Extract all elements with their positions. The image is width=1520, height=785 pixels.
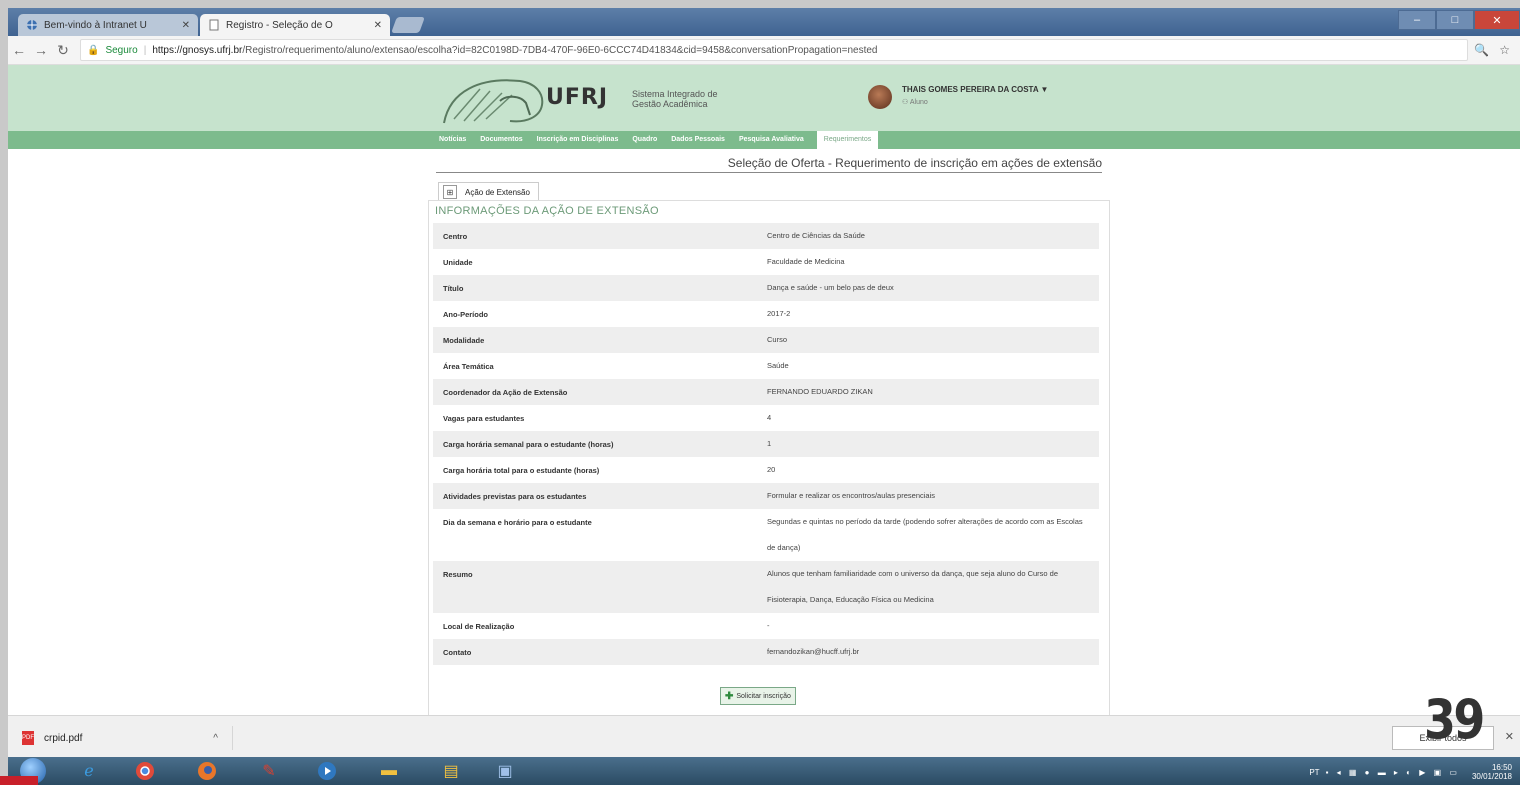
lock-icon: 🔒: [87, 44, 100, 56]
row-label: Ano-Período: [443, 310, 488, 319]
windows-taskbar: ℯ ✎ ▬ ▤ ▣ PT ▪ ◂ ▦ ● ▬ ▸ ◐ ▶ ▣ ▭ 16:50 3…: [8, 757, 1520, 785]
system-tray: PT ▪ ◂ ▦ ● ▬ ▸ ◐ ▶ ▣ ▭ 16:50 30/01/2018: [1309, 763, 1512, 781]
info-panel: INFORMAÇÕES DA AÇÃO DE EXTENSÃO Centro Ce…: [428, 200, 1110, 721]
row-label: Carga horária total para o estudante (ho…: [443, 466, 600, 475]
page-title: Seleção de Oferta - Requerimento de insc…: [436, 156, 1102, 173]
reload-icon[interactable]: ↻: [52, 42, 74, 59]
info-table: Centro Centro de Ciências da Saúde Unidad…: [433, 223, 1099, 665]
row-label: Centro: [443, 232, 468, 241]
row-label: Área Temática: [443, 362, 494, 371]
back-arrow-icon[interactable]: ←: [8, 42, 30, 58]
explorer-icon[interactable]: ▤: [436, 759, 466, 783]
table-row: Contato fernandozikan@hucff.ufrj.br: [433, 639, 1099, 665]
browser-tab-strip: Bem-vindo à Intranet U ✕ Registro - Sele…: [8, 8, 1520, 36]
row-label: Modalidade: [443, 336, 485, 345]
menu-item-quadro[interactable]: Quadro: [625, 131, 664, 149]
secure-label: Seguro: [105, 44, 138, 56]
screenshot-frame: Bem-vindo à Intranet U ✕ Registro - Sele…: [8, 8, 1520, 785]
row-label: Local de Realização: [443, 622, 515, 631]
paint-icon[interactable]: ✎: [254, 759, 284, 783]
logo-subtitle: Sistema Integrado de Gestão Acadêmica: [632, 89, 718, 109]
media-player-icon[interactable]: [312, 759, 342, 783]
minimize-button[interactable]: –: [1398, 10, 1436, 30]
forward-arrow-icon[interactable]: →: [30, 42, 52, 58]
tab-label: Bem-vindo à Intranet U: [44, 19, 147, 31]
firefox-icon[interactable]: [192, 759, 222, 783]
row-label: Unidade: [443, 258, 473, 267]
menu-item-noticias[interactable]: Notícias: [432, 131, 473, 149]
user-menu[interactable]: THAIS GOMES PEREIRA DA COSTA ▼ ⚇ Aluno: [868, 85, 1048, 109]
maximize-button[interactable]: □: [1436, 10, 1474, 30]
button-label: Solicitar inscrição: [736, 692, 791, 700]
clock[interactable]: 16:50 30/01/2018: [1472, 763, 1512, 781]
menu-item-dados-pessoais[interactable]: Dados Pessoais: [664, 131, 732, 149]
section-title: INFORMAÇÕES DA AÇÃO DE EXTENSÃO: [435, 205, 659, 217]
row-label: Atividades previstas para os estudantes: [443, 492, 587, 501]
solicitar-inscricao-button[interactable]: ✚ Solicitar inscrição: [720, 687, 796, 705]
ufrj-logo: UFRJ Sistema Integrado de Gestão Acadêmi…: [440, 71, 740, 127]
star-icon[interactable]: ☆: [1499, 43, 1520, 57]
user-role: ⚇ Aluno: [902, 99, 928, 106]
download-bar: PDF crpid.pdf ^ Exibir todos ✕: [8, 715, 1520, 758]
tab-acao-extensao[interactable]: ⊞ Ação de Extensão: [438, 182, 539, 201]
url-field[interactable]: 🔒 Seguro | https://gnosys.ufrj.br /Regis…: [80, 39, 1469, 61]
slide-number: 39: [1424, 688, 1485, 751]
page-icon: [208, 19, 220, 31]
address-bar: ← → ↻ 🔒 Seguro | https://gnosys.ufrj.br …: [8, 36, 1520, 65]
close-icon[interactable]: ✕: [182, 20, 190, 31]
menu-item-inscricao[interactable]: Inscrição em Disciplinas: [530, 131, 626, 149]
browser-tab-intranet[interactable]: Bem-vindo à Intranet U ✕: [18, 14, 198, 36]
new-tab-button[interactable]: [391, 17, 425, 33]
row-value: fernandozikan@hucff.ufrj.br: [767, 647, 860, 656]
globe-icon: [26, 19, 38, 31]
internet-explorer-icon[interactable]: ℯ: [74, 759, 104, 783]
panel-tab-label: Ação de Extensão: [465, 187, 530, 197]
caret-down-icon[interactable]: ▼: [1041, 85, 1049, 94]
close-icon[interactable]: ✕: [1505, 730, 1514, 743]
close-window-button[interactable]: ✕: [1474, 10, 1520, 30]
menu-item-documentos[interactable]: Documentos: [473, 131, 529, 149]
row-label: Dia da semana e horário para o estudante: [443, 518, 592, 527]
tray-icons[interactable]: ▪ ◂ ▦ ● ▬ ▸ ◐ ▶ ▣ ▭: [1326, 768, 1460, 777]
main-menu: Notícias Documentos Inscrição em Discipl…: [8, 131, 1520, 149]
close-icon[interactable]: ✕: [374, 20, 382, 31]
download-item[interactable]: PDF crpid.pdf ^: [22, 726, 233, 750]
menu-item-pesquisa[interactable]: Pesquisa Avaliativa: [732, 131, 811, 149]
row-label: Resumo: [443, 570, 473, 579]
minerva-logo-icon: [443, 79, 544, 124]
row-label: Coordenador da Ação de Extensão: [443, 388, 568, 397]
site-header: UFRJ Sistema Integrado de Gestão Acadêmi…: [8, 65, 1520, 131]
row-label: Carga horária semanal para o estudante (…: [443, 440, 614, 449]
tab-label: Registro - Seleção de O: [226, 19, 333, 31]
folder-icon[interactable]: ▬: [374, 759, 404, 783]
user-name: THAIS GOMES PEREIRA DA COSTA ▼: [902, 85, 1049, 94]
logo-text: UFRJ: [546, 85, 609, 110]
pdf-icon: PDF: [22, 731, 34, 745]
collapse-icon[interactable]: ⊞: [443, 185, 457, 199]
download-file-name: crpid.pdf: [44, 732, 83, 744]
window-controls: – □ ✕: [1398, 10, 1520, 30]
plus-icon: ✚: [725, 690, 734, 702]
chrome-icon[interactable]: [130, 759, 160, 783]
row-label: Contato: [443, 648, 472, 657]
row-label: Título: [443, 284, 464, 293]
language-indicator[interactable]: PT: [1309, 768, 1319, 777]
url-host: https://gnosys.ufrj.br: [152, 44, 243, 56]
web-page: UFRJ Sistema Integrado de Gestão Acadêmi…: [8, 65, 1520, 721]
row-label: Vagas para estudantes: [443, 414, 525, 423]
url-path: /Registro/requerimento/aluno/extensao/es…: [242, 44, 878, 56]
red-accent-bar: [0, 776, 38, 785]
zoom-icon[interactable]: 🔍: [1474, 43, 1499, 57]
avatar: [868, 85, 892, 109]
menu-item-requerimentos[interactable]: Requerimentos: [816, 131, 879, 149]
window-app-icon[interactable]: ▣: [490, 759, 520, 783]
chevron-up-icon[interactable]: ^: [213, 733, 218, 744]
browser-tab-registro[interactable]: Registro - Seleção de O ✕: [200, 14, 390, 36]
